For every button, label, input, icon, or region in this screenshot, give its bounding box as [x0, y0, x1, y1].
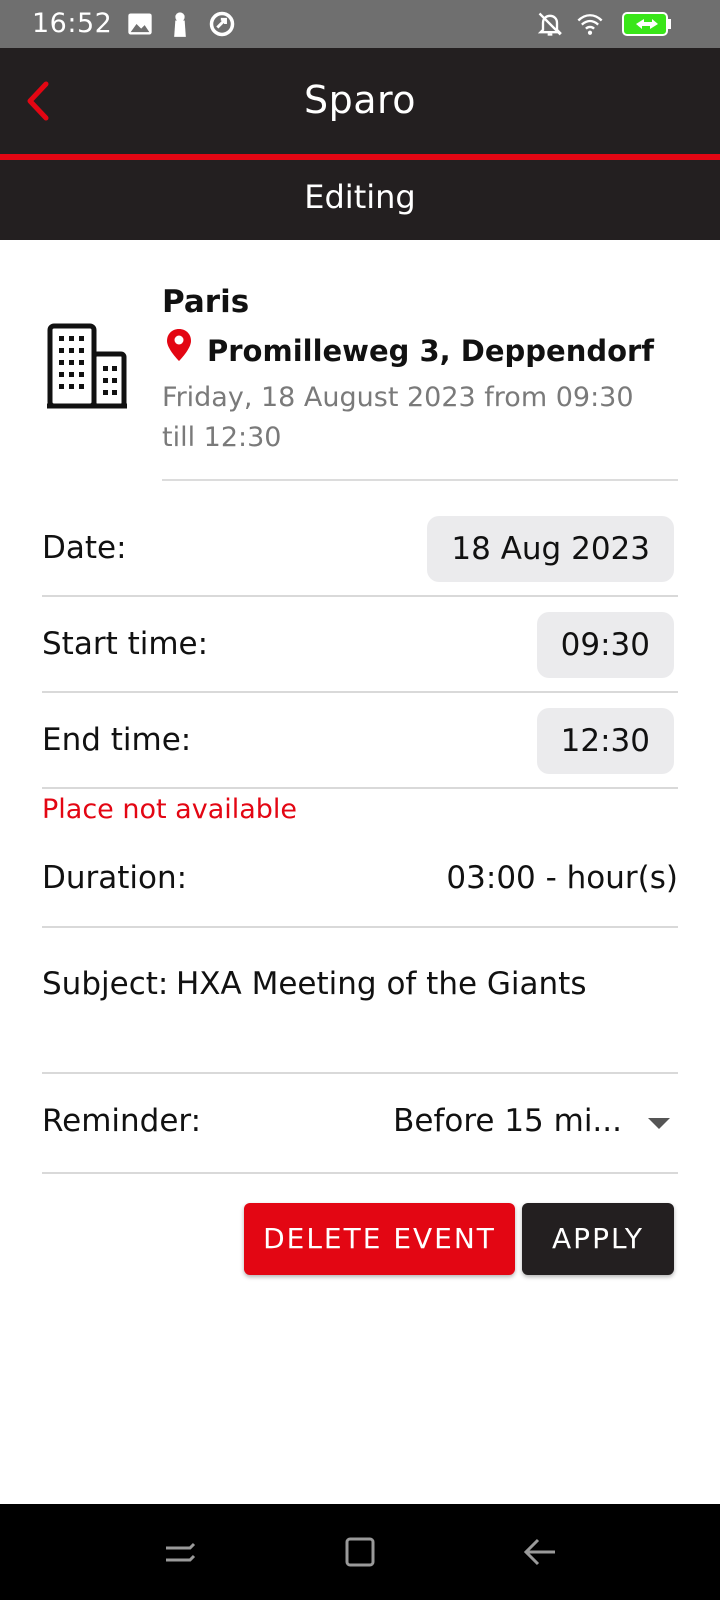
date-label: Date: — [42, 530, 127, 566]
sync-icon — [209, 11, 235, 37]
location-pin-icon — [167, 329, 191, 361]
header-divider — [162, 479, 678, 481]
delete-event-button[interactable]: DELETE EVENT — [244, 1203, 515, 1275]
bell-off-icon — [537, 12, 563, 36]
divider — [42, 1172, 678, 1174]
app-title: Sparo — [303, 78, 417, 122]
status-bar: 16:52 — [0, 0, 720, 48]
system-nav-bar — [0, 1504, 720, 1600]
subject-label: Subject: — [42, 966, 169, 1002]
end-time-label: End time: — [42, 722, 192, 758]
divider — [42, 1072, 678, 1074]
divider — [42, 787, 678, 789]
place-name: Paris — [162, 284, 250, 320]
battery-icon — [622, 12, 671, 36]
status-time: 16:52 — [32, 8, 113, 39]
start-time-picker[interactable]: 09:30 — [536, 612, 674, 678]
duration-label: Duration: — [42, 860, 188, 896]
chevron-down-icon[interactable] — [648, 1118, 670, 1129]
building-icon — [47, 323, 127, 409]
duration-value: 03:00 - hour(s) — [446, 860, 678, 896]
end-time-picker[interactable]: 12:30 — [536, 708, 674, 774]
app-bar: Sparo — [0, 48, 720, 154]
date-picker[interactable]: 18 Aug 2023 — [427, 516, 674, 582]
divider — [42, 691, 678, 693]
reminder-label: Reminder: — [42, 1103, 202, 1139]
keyhole-icon — [174, 12, 186, 37]
reminder-select[interactable]: Before 15 mi... — [393, 1103, 622, 1139]
wifi-icon — [577, 14, 603, 35]
event-datetime: Friday, 18 August 2023 from 09:30 till 1… — [162, 382, 634, 453]
sub-header: Editing — [0, 160, 720, 240]
gallery-icon — [128, 13, 152, 35]
home-nav-icon[interactable] — [342, 1534, 378, 1570]
start-time-label: Start time: — [42, 626, 209, 662]
apply-button[interactable]: APPLY — [522, 1203, 674, 1275]
divider — [42, 926, 678, 928]
divider — [42, 595, 678, 597]
back-nav-icon[interactable] — [522, 1534, 558, 1570]
event-address: Promilleweg 3, Deppendorf — [207, 334, 654, 368]
availability-error: Place not available — [42, 794, 298, 825]
recents-nav-icon[interactable] — [162, 1534, 198, 1570]
subject-input[interactable]: HXA Meeting of the Giants — [176, 966, 587, 1002]
page-subtitle: Editing — [304, 178, 416, 216]
